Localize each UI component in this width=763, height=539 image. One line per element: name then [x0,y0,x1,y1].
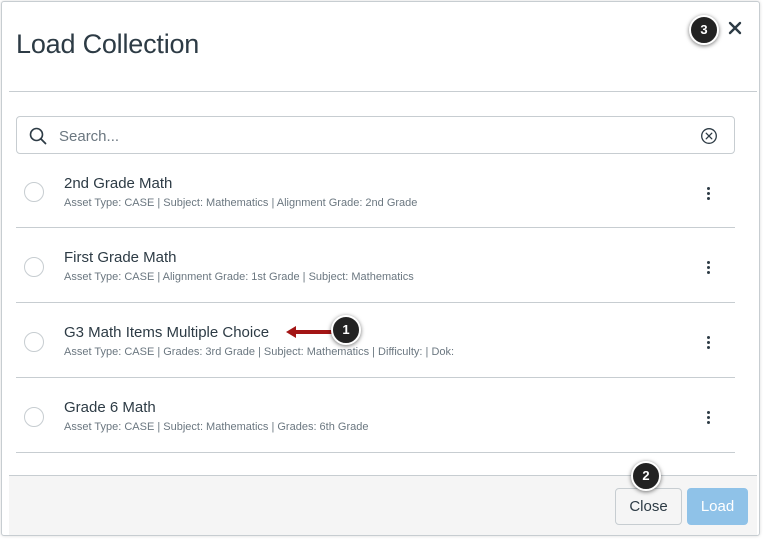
more-options-icon[interactable] [700,259,716,277]
collection-meta: Asset Type: CASE | Subject: Mathematics … [64,421,369,433]
select-radio[interactable] [24,182,44,202]
load-button[interactable]: Load [687,488,748,525]
collection-list: 2nd Grade Math Asset Type: CASE | Subjec… [16,154,735,453]
callout-badge-2: 2 [631,461,661,491]
collection-name: First Grade Math [64,249,177,266]
more-options-icon[interactable] [700,409,716,427]
modal-title: Load Collection [16,29,200,59]
collection-name: G3 Math Items Multiple Choice [64,324,270,341]
select-radio[interactable] [24,332,44,352]
search-input[interactable] [57,122,681,150]
search-field[interactable] [16,116,735,154]
collection-meta: Asset Type: CASE | Alignment Grade: 1st … [64,271,414,283]
collection-meta: Asset Type: CASE | Subject: Mathematics … [64,197,418,209]
close-button[interactable]: Close [615,488,682,525]
select-radio[interactable] [24,257,44,277]
clear-search-icon[interactable] [700,127,718,145]
list-item[interactable]: G3 Math Items Multiple Choice Asset Type… [16,303,735,378]
callout-arrow-icon [286,326,332,338]
list-item[interactable]: First Grade Math Asset Type: CASE | Alig… [16,228,735,303]
collection-name: Grade 6 Math [64,399,156,416]
search-icon [29,127,47,145]
close-icon[interactable] [724,17,746,39]
more-options-icon[interactable] [700,185,716,203]
select-radio[interactable] [24,407,44,427]
load-collection-modal: Load Collection 2nd Grade Math Asset Typ… [1,1,760,536]
list-item[interactable]: Grade 6 Math Asset Type: CASE | Subject:… [16,378,735,453]
callout-badge-3: 3 [689,15,719,45]
more-options-icon[interactable] [700,334,716,352]
list-item[interactable]: 2nd Grade Math Asset Type: CASE | Subjec… [16,154,735,228]
collection-meta: Asset Type: CASE | Grades: 3rd Grade | S… [64,346,455,358]
header-divider [9,91,757,92]
callout-badge-1: 1 [331,315,361,345]
collection-name: 2nd Grade Math [64,175,173,192]
